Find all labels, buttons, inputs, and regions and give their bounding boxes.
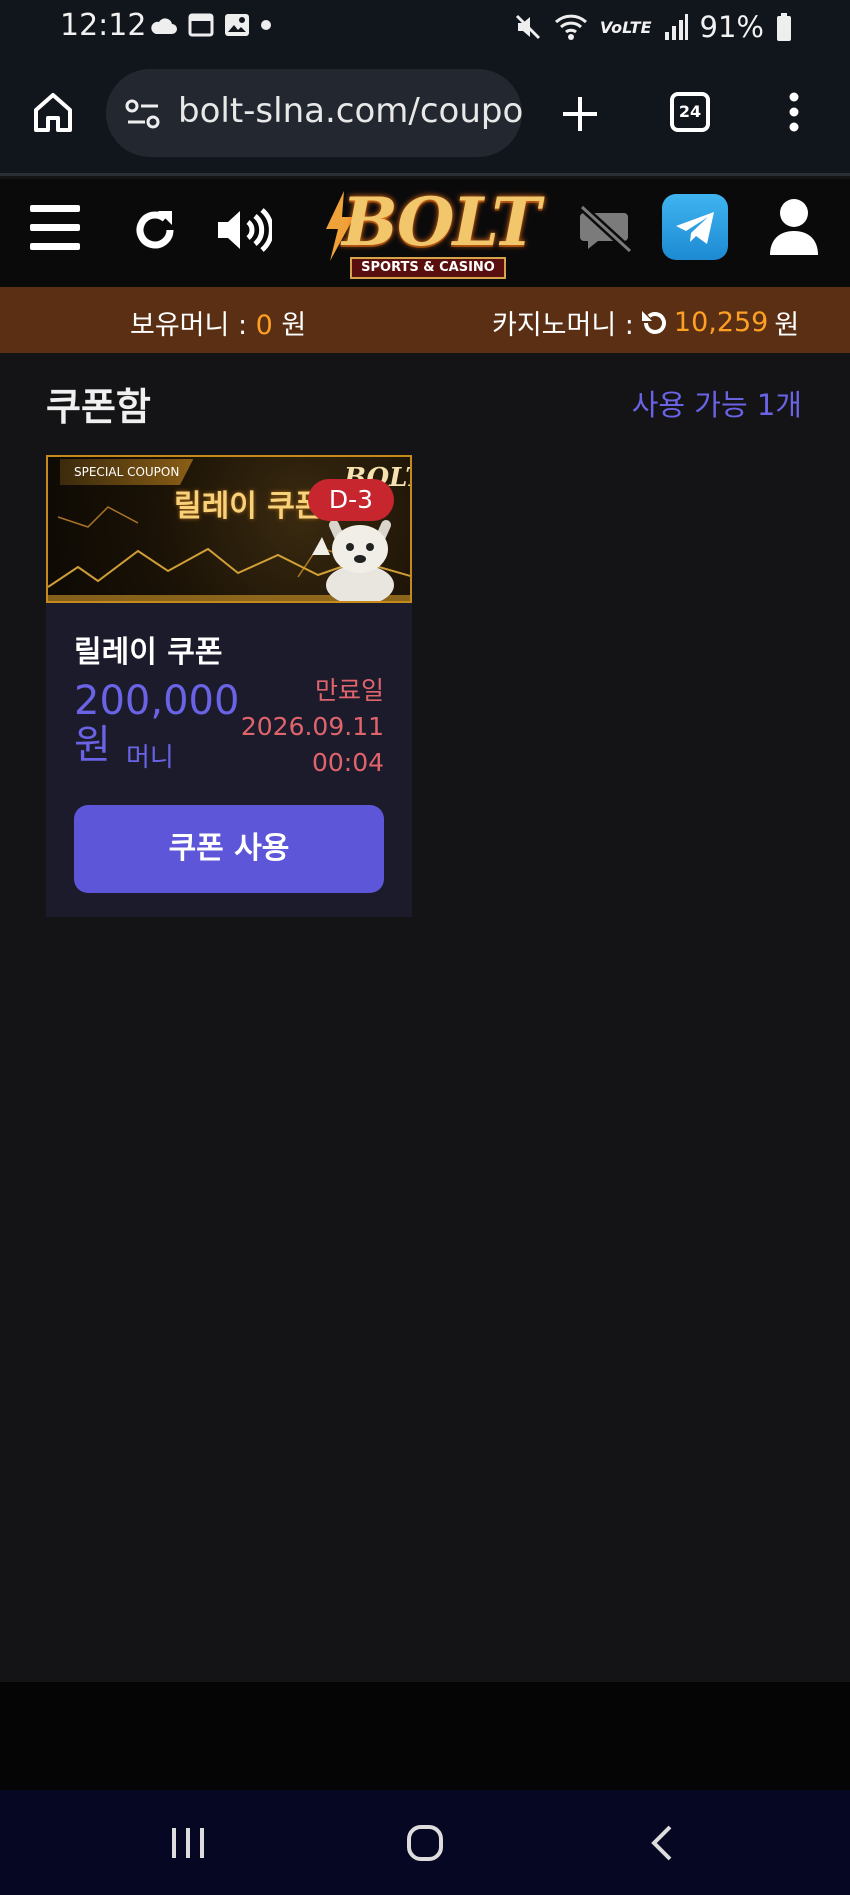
url-text: bolt-slna.com/coupon — [178, 91, 522, 131]
recents-icon[interactable] — [170, 1826, 206, 1860]
telegram-icon — [676, 212, 714, 244]
bottom-strip — [0, 1682, 850, 1790]
user-icon[interactable] — [768, 197, 820, 257]
site-header: BOLT SPORTS & CASINO — [0, 179, 850, 287]
expiry-time: 00:04 — [311, 748, 384, 777]
money-bar: 보유머니 : 0 원 카지노머니 : 10,259 원 — [0, 287, 850, 353]
cloud-icon — [151, 18, 177, 34]
sound-icon[interactable] — [216, 207, 272, 253]
banner-title: 릴레이 쿠폰 — [174, 489, 323, 524]
dot-icon — [261, 20, 271, 30]
held-money: 보유머니 : 0 원 — [130, 303, 306, 342]
expiry-date: 2026.09.11 — [240, 712, 384, 741]
casino-money-unit: 원 — [774, 310, 800, 341]
battery-percent: 91% — [699, 10, 764, 44]
image-icon — [225, 14, 249, 36]
volte-icon: VoLTE — [599, 17, 652, 37]
menu-icon[interactable] — [30, 205, 80, 251]
logo-text: BOLT — [342, 183, 541, 261]
new-tab-icon[interactable] — [560, 94, 600, 134]
site-settings-icon[interactable] — [124, 97, 162, 131]
casino-money-value: 10,259 — [673, 307, 769, 338]
back-icon[interactable] — [650, 1824, 674, 1862]
wifi-icon — [554, 14, 587, 40]
use-coupon-button[interactable]: 쿠폰 사용 — [74, 805, 384, 893]
casino-money: 카지노머니 : 10,259 원 — [492, 303, 799, 342]
system-nav-bar — [0, 1790, 850, 1895]
page-title: 쿠폰함 — [46, 385, 151, 429]
chat-off-icon[interactable] — [578, 205, 634, 253]
coupon-name: 릴레이 쿠폰 — [74, 635, 223, 670]
home-nav-icon[interactable] — [406, 1824, 444, 1862]
expiry-label: 만료일 — [314, 676, 384, 705]
coupon-amount-value: 200,000 — [74, 678, 240, 724]
coupon-money-type: 머니 — [126, 743, 174, 773]
refresh-icon[interactable] — [132, 207, 178, 253]
held-money-label: 보유머니 : — [130, 310, 248, 341]
coupon-card: SPECIAL COUPON 릴레이 쿠폰 BOLT D-3 릴레이 쿠폰 20… — [46, 455, 412, 917]
battery-icon — [777, 13, 791, 41]
home-icon[interactable] — [32, 90, 74, 134]
coupon-banner: SPECIAL COUPON 릴레이 쿠폰 BOLT D-3 — [46, 455, 412, 603]
casino-money-label: 카지노머니 : — [492, 310, 634, 341]
logo-tagline: SPORTS & CASINO — [350, 257, 506, 279]
more-menu-icon[interactable] — [788, 92, 800, 132]
telegram-button[interactable] — [662, 194, 728, 260]
coupon-expiry: 만료일 2026.09.11 00:04 — [241, 673, 384, 781]
status-time: 12:12 — [60, 8, 147, 43]
tab-switcher-button[interactable]: 24 — [670, 92, 710, 132]
held-money-value: 0 — [255, 310, 273, 341]
bolt-logo[interactable]: BOLT SPORTS & CASINO — [320, 183, 541, 283]
mute-icon — [515, 14, 540, 40]
status-bar: 12:12 VoLTE 91% — [0, 0, 850, 52]
available-count: 사용 가능 1개 — [631, 388, 802, 422]
calendar-icon — [188, 13, 214, 37]
address-bar[interactable]: bolt-slna.com/coupon — [106, 69, 522, 157]
d-day-badge: D-3 — [308, 479, 394, 521]
signal-icon — [664, 14, 688, 40]
held-money-unit: 원 — [281, 310, 307, 341]
reload-money-icon[interactable] — [640, 309, 668, 337]
browser-toolbar: bolt-slna.com/coupon 24 — [0, 52, 850, 176]
